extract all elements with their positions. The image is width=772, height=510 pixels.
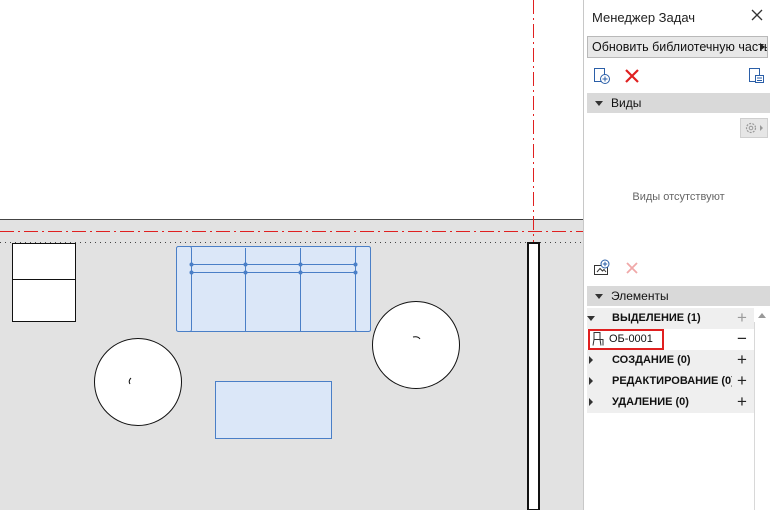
floor-plan-drawing[interactable] [0, 0, 583, 510]
delete-icon [625, 69, 639, 83]
new-view-button[interactable] [592, 66, 612, 86]
views-empty-message: Виды отсутствуют [632, 191, 725, 203]
settings-list-icon [749, 68, 764, 83]
scrollbar-track[interactable] [754, 322, 755, 510]
expand-icon [589, 356, 593, 364]
add-view-icon [594, 259, 610, 275]
group-label: РЕДАКТИРОВАНИЕ (0) [612, 375, 732, 387]
task-manager-panel: Менеджер Задач Обновить библиотечную час… [583, 0, 772, 510]
elements-section-label: Элементы [611, 289, 669, 303]
group-row-edit[interactable]: РЕДАКТИРОВАНИЕ (0) + [587, 371, 754, 392]
expand-icon [587, 316, 595, 321]
views-section-label: Виды [611, 96, 642, 110]
collapse-icon [595, 101, 603, 106]
views-section-header[interactable]: Виды [587, 93, 770, 113]
update-library-part-button[interactable]: Обновить библиотечную часть [587, 36, 768, 58]
delete-icon [626, 262, 638, 274]
coffee-table[interactable] [215, 381, 332, 439]
group-label: УДАЛЕНИЕ (0) [612, 396, 689, 408]
chair-icon [592, 332, 604, 346]
plus-icon[interactable]: + [734, 393, 750, 410]
group-label: СОЗДАНИЕ (0) [612, 354, 691, 366]
elements-section-header[interactable]: Элементы [587, 286, 770, 306]
settings-list-button[interactable] [746, 66, 766, 86]
new-view-icon [594, 68, 610, 84]
plus-icon[interactable]: + [734, 372, 750, 389]
delete-button[interactable] [622, 66, 642, 86]
floor-plan-canvas[interactable] [0, 0, 583, 510]
chevron-right-icon [760, 43, 765, 51]
group-row-delete[interactable]: УДАЛЕНИЕ (0) + [587, 392, 754, 413]
close-button[interactable] [748, 6, 766, 24]
views-settings-button[interactable] [740, 118, 768, 138]
expand-icon [589, 398, 593, 406]
gear-icon [745, 122, 763, 134]
scroll-up-arrow[interactable] [758, 313, 766, 318]
list-item-selected[interactable]: ОБ-0001 − [587, 329, 754, 350]
panel-title: Менеджер Задач [592, 10, 696, 25]
collapse-icon [595, 294, 603, 299]
cabinet[interactable] [12, 243, 76, 322]
wall-element [527, 242, 540, 510]
plus-icon[interactable]: + [734, 351, 750, 368]
group-row-selection[interactable]: ВЫДЕЛЕНИЕ (1) + [587, 308, 754, 329]
group-row-create[interactable]: СОЗДАНИЕ (0) + [587, 350, 754, 371]
close-icon [751, 9, 763, 21]
update-library-part-label: Обновить библиотечную часть [592, 40, 768, 54]
minus-icon[interactable]: − [734, 330, 750, 347]
group-label: ВЫДЕЛЕНИЕ (1) [612, 312, 701, 324]
remove-view-button[interactable] [622, 258, 642, 278]
plus-icon[interactable]: + [734, 309, 750, 326]
item-label: ОБ-0001 [609, 333, 653, 345]
add-view-button[interactable] [592, 258, 612, 278]
sofa[interactable] [176, 246, 371, 332]
expand-icon [589, 377, 593, 385]
round-table-left[interactable] [94, 338, 182, 426]
round-table-right[interactable] [372, 301, 460, 389]
